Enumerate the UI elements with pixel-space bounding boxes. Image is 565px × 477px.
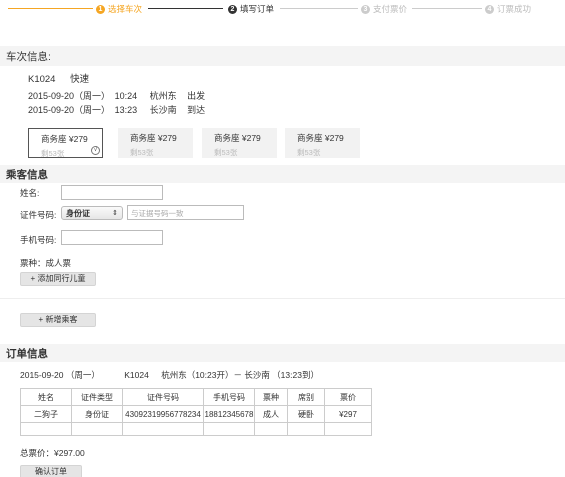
id-label: 证件号码:	[20, 210, 57, 220]
id-type-value: 身份证	[66, 208, 90, 218]
seat-name: 商务座 ¥279	[297, 133, 344, 143]
table-row: 二狗子 身份证 43092319956778234 18812345678 成人…	[20, 405, 372, 423]
arrive-action: 到达	[187, 105, 206, 115]
add-passenger-button[interactable]: + 新增乘客	[20, 313, 96, 327]
table-header-row: 姓名 证件类型 证件号码 手机号码 票种 席别 票价	[20, 388, 372, 406]
depart-station: 杭州东	[149, 91, 177, 101]
ticket-type-cell: 成人	[254, 405, 288, 423]
section-title: 车次信息:	[6, 50, 51, 63]
seat-name: 商务座 ¥279	[130, 133, 177, 143]
order-section-header: 订单信息	[0, 344, 565, 362]
section-title: 乘客信息	[6, 168, 48, 181]
seat-class-cell: 硬卧	[287, 405, 325, 423]
order-date: 2015-09-20 （周一）	[20, 370, 100, 380]
step-number: 4	[485, 4, 494, 14]
updown-arrow-icon: ⇕	[112, 210, 118, 217]
phone-cell: 18812345678	[203, 405, 255, 423]
step-fill-order: 2 填写订单	[225, 3, 278, 15]
step-number: 2	[228, 4, 237, 14]
passenger-section-header: 乘客信息	[0, 165, 565, 183]
arrive-date: 2015-09-20（周一）	[28, 105, 111, 115]
column-header: 证件类型	[71, 388, 123, 406]
seat-remaining: 剩53张	[214, 148, 238, 157]
phone-label: 手机号码:	[20, 235, 57, 245]
order-table: 姓名 证件类型 证件号码 手机号码 票种 席别 票价 二狗子 身份证 43092…	[20, 388, 372, 436]
step-success: 4 订票成功	[482, 3, 535, 15]
column-header: 证件号码	[122, 388, 204, 406]
id-type-cell: 身份证	[71, 405, 123, 423]
column-header: 票种	[254, 388, 288, 406]
step-label: 选择车次	[108, 4, 143, 14]
arrive-time: 13:23	[114, 105, 138, 115]
id-number-input[interactable]: 与证据号码一致	[127, 205, 244, 220]
step-number: 1	[96, 4, 105, 14]
train-section-header: 车次信息:	[0, 46, 565, 66]
depart-action: 出发	[187, 91, 206, 101]
column-header: 票价	[324, 388, 372, 406]
order-summary: 2015-09-20 （周一） K1024 杭州东（10:23开）－ 长沙南 （…	[20, 369, 319, 381]
progress-steps: 1 选择车次 2 填写订单 3 支付票价 4 订票成功	[0, 0, 565, 18]
add-child-button[interactable]: + 添加同行儿童	[20, 272, 96, 286]
section-title: 订单信息	[6, 347, 48, 360]
table-row	[20, 422, 372, 436]
depart-time: 10:24	[114, 91, 138, 101]
order-train: K1024	[124, 370, 149, 380]
seat-option-4[interactable]: 商务座 ¥279 剩53张	[285, 128, 360, 158]
arrive-row: 2015-09-20（周一） 13:23 长沙南 到达	[28, 103, 205, 116]
train-type: 快速	[70, 74, 90, 85]
total-price: 总票价：¥297.00	[20, 448, 85, 458]
step-line-active	[148, 8, 223, 9]
depart-row: 2015-09-20（周一） 10:24 杭州东 出发	[28, 89, 205, 102]
price-cell: ¥297	[324, 405, 372, 423]
passenger-name-cell: 二狗子	[20, 405, 72, 423]
train-number: K1024	[28, 74, 56, 85]
seat-remaining: 剩53张	[297, 148, 321, 157]
check-icon: √	[91, 146, 100, 155]
step-pay: 3 支付票价	[358, 3, 411, 15]
phone-input[interactable]	[61, 230, 163, 245]
confirm-order-button[interactable]: 确认订单	[20, 465, 82, 477]
ticket-type: 票种：成人票	[20, 258, 72, 268]
divider	[0, 298, 565, 299]
step-select-train: 1 选择车次	[93, 3, 146, 15]
step-line-todo-1	[280, 8, 360, 9]
train-header: K1024 快速	[28, 71, 89, 85]
seat-option-3[interactable]: 商务座 ¥279 剩53张	[202, 128, 277, 158]
seat-name: 商务座 ¥279	[41, 134, 88, 144]
seat-name: 商务座 ¥279	[214, 133, 261, 143]
name-input[interactable]	[61, 185, 163, 200]
step-label: 填写订单	[240, 4, 275, 14]
order-route: 杭州东（10:23开）－ 长沙南 （13:23到）	[161, 370, 319, 380]
arrive-station: 长沙南	[149, 105, 177, 115]
seat-option-2[interactable]: 商务座 ¥279 剩53张	[118, 128, 193, 158]
id-number-cell: 43092319956778234	[122, 405, 204, 423]
name-label: 姓名:	[20, 188, 40, 198]
column-header: 席别	[287, 388, 325, 406]
step-line-done	[8, 8, 96, 9]
step-label: 支付票价	[373, 4, 408, 14]
seat-remaining: 剩53张	[130, 148, 154, 157]
column-header: 姓名	[20, 388, 72, 406]
step-label: 订票成功	[497, 4, 532, 14]
id-type-select[interactable]: 身份证 ⇕	[61, 206, 123, 220]
depart-date: 2015-09-20（周一）	[28, 91, 111, 101]
step-line-todo-2	[412, 8, 482, 9]
seat-option-1[interactable]: 商务座 ¥279 剩53张 √	[28, 128, 103, 158]
step-number: 3	[361, 4, 370, 14]
column-header: 手机号码	[203, 388, 255, 406]
